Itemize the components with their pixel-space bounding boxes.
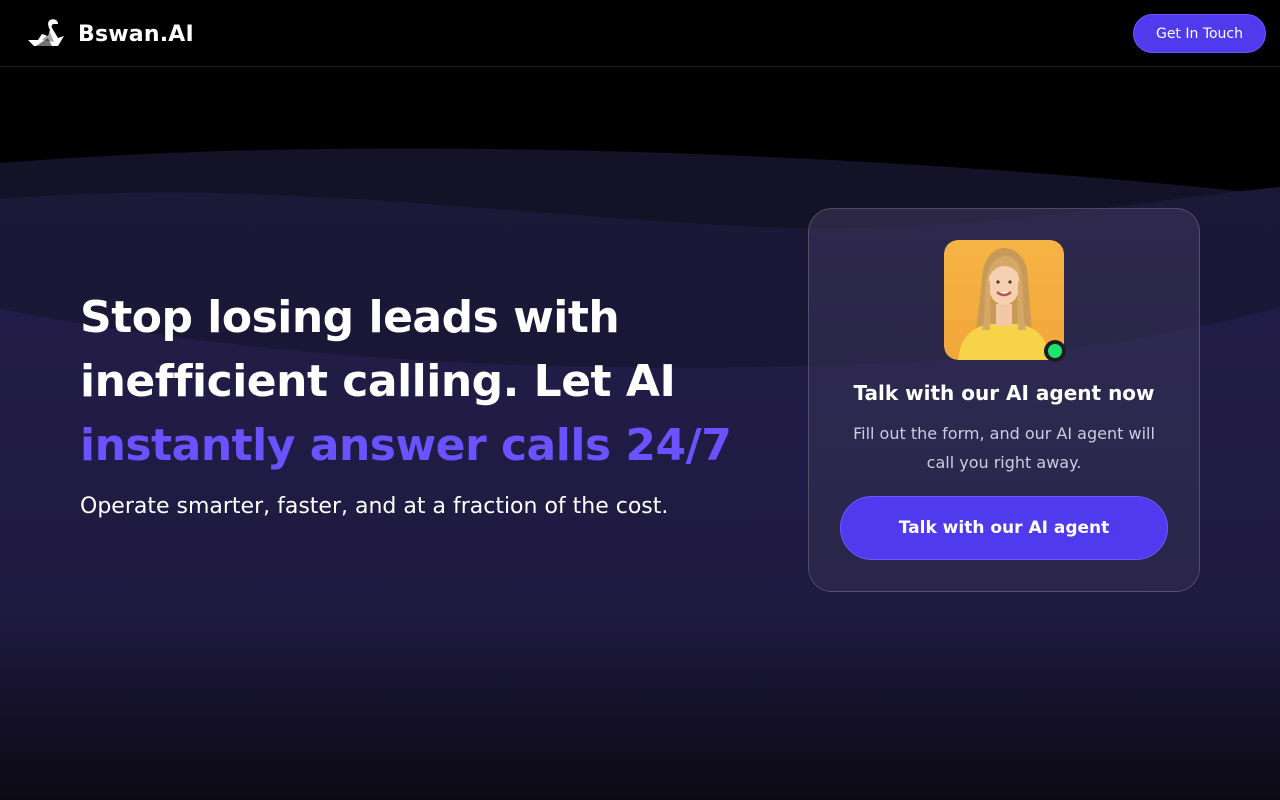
hero-subtitle: Operate smarter, faster, and at a fracti… <box>80 494 669 519</box>
landing-page: Bswan.AI Get In Touch Stop losing leads … <box>0 0 1280 800</box>
get-in-touch-button[interactable]: Get In Touch <box>1133 14 1266 53</box>
agent-avatar-image <box>944 240 1064 360</box>
swan-logo-icon <box>28 19 64 46</box>
top-navigation-bar: Bswan.AI Get In Touch <box>0 0 1280 67</box>
hero-title-accent: instantly answer calls 24/7 <box>80 420 732 471</box>
hero-title-line-2: inefficient calling. Let AI <box>80 356 676 407</box>
ai-agent-card: Talk with our AI agent now Fill out the … <box>808 208 1200 592</box>
brand-name: Bswan.AI <box>78 21 194 47</box>
hero-section: Stop losing leads with inefficient calli… <box>80 286 780 522</box>
brand[interactable]: Bswan.AI <box>28 18 194 50</box>
card-description: Fill out the form, and our AI agent will… <box>853 424 1155 472</box>
hero-title-line-1: Stop losing leads with <box>80 292 620 343</box>
hero-title: Stop losing leads with inefficient calli… <box>80 286 780 478</box>
card-title: Talk with our AI agent now <box>853 381 1155 405</box>
agent-avatar <box>944 240 1066 362</box>
online-status-icon <box>1044 340 1066 362</box>
talk-with-ai-agent-button[interactable]: Talk with our AI agent <box>840 496 1168 560</box>
